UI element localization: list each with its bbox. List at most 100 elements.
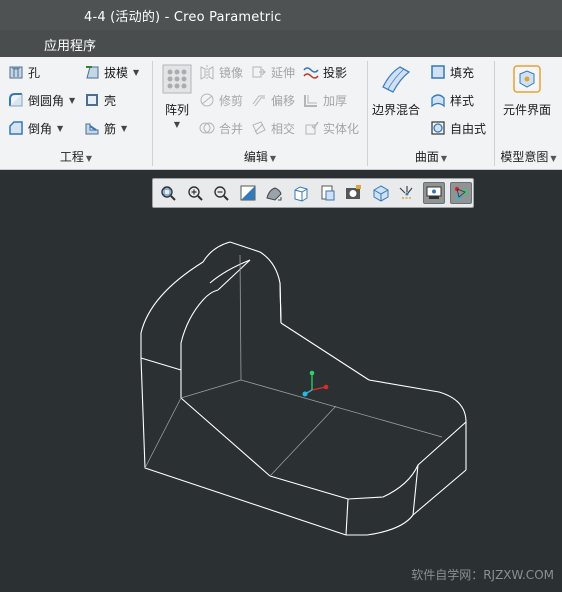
shell-label: 壳 <box>104 93 117 108</box>
round-button[interactable]: 倒圆角 ▼ <box>8 90 75 110</box>
editing-group: 阵列 ▼ 镜像 修剪 合并 延伸 偏移 相交 投影 加厚 实体化 编辑 ▼ <box>153 57 367 170</box>
rib-label: 筋 <box>104 121 117 136</box>
intersect-button[interactable]: 相交 <box>251 118 295 138</box>
thicken-button[interactable]: 加厚 <box>303 90 347 110</box>
fill-label: 填充 <box>450 65 475 80</box>
project-button[interactable]: 投影 <box>303 62 347 82</box>
merge-button[interactable]: 合并 <box>199 118 243 138</box>
model-intent-group-label[interactable]: 模型意图 ▼ <box>495 148 562 165</box>
merge-icon <box>199 120 215 136</box>
zoom-out-icon[interactable] <box>210 182 232 204</box>
trim-button[interactable]: 修剪 <box>199 90 243 110</box>
zoom-in-icon[interactable] <box>184 182 206 204</box>
freestyle-button[interactable]: 自由式 <box>430 118 486 138</box>
solidify-icon <box>303 120 319 136</box>
offset-button[interactable]: 偏移 <box>251 90 295 110</box>
fill-icon <box>430 64 446 80</box>
surfaces-group: 边界混合 填充 样式 自由式 曲面 ▼ <box>368 57 494 170</box>
fill-button[interactable]: 填充 <box>430 62 474 82</box>
view-manager-icon[interactable] <box>317 182 339 204</box>
round-icon <box>8 92 24 108</box>
model-intent-group: 元件界面 模型意图 ▼ <box>495 57 562 170</box>
hole-button[interactable]: 孔 <box>8 62 40 82</box>
intersect-icon <box>251 120 267 136</box>
view-toolbar <box>152 178 474 208</box>
hidden-edges <box>144 254 443 477</box>
boundary-blend-icon <box>380 63 412 95</box>
display-style-icon[interactable] <box>263 182 285 204</box>
chamfer-label: 倒角 <box>28 121 53 136</box>
solidify-label: 实体化 <box>323 121 360 136</box>
engineering-label-text: 工程 <box>59 150 84 164</box>
model-edges <box>140 241 467 536</box>
component-interface-icon <box>511 63 543 95</box>
round-label: 倒圆角 <box>28 93 65 108</box>
mirror-label: 镜像 <box>219 65 244 80</box>
pattern-button[interactable]: 阵列 ▼ <box>161 63 193 129</box>
graphics-viewport[interactable]: 软件自学网：RJZXW.COM <box>0 170 562 592</box>
model-intent-label-text: 模型意图 <box>500 150 549 164</box>
applications-menu[interactable]: 应用程序 <box>44 35 96 54</box>
component-interface-label: 元件界面 <box>503 103 552 117</box>
project-label: 投影 <box>323 65 348 80</box>
project-icon <box>303 64 319 80</box>
ribbon: 孔 倒圆角 ▼ 倒角 ▼ 拔模 ▼ 壳 筋 ▼ 工程 ▼ 阵列 ▼ 镜像 修剪 … <box>0 57 562 170</box>
draft-button[interactable]: 拔模 ▼ <box>84 62 139 82</box>
offset-icon <box>251 92 267 108</box>
hole-icon <box>8 64 24 80</box>
engineering-group: 孔 倒圆角 ▼ 倒角 ▼ 拔模 ▼ 壳 筋 ▼ 工程 ▼ <box>0 57 152 170</box>
style-button[interactable]: 样式 <box>430 90 474 110</box>
annotation-display-icon[interactable] <box>422 182 445 204</box>
watermark: 软件自学网：RJZXW.COM <box>411 568 554 582</box>
pattern-dropdown-icon[interactable]: ▼ <box>174 120 180 129</box>
draft-label: 拔模 <box>104 65 129 80</box>
mirror-button[interactable]: 镜像 <box>199 62 243 82</box>
rib-button[interactable]: 筋 ▼ <box>84 118 127 138</box>
datum-display-icon[interactable] <box>396 182 418 204</box>
boundary-blend-button[interactable]: 边界混合 <box>372 63 420 118</box>
spin-center-icon[interactable] <box>370 182 392 204</box>
round-dropdown-icon[interactable]: ▼ <box>69 96 75 105</box>
saved-orientations-icon[interactable] <box>290 182 312 204</box>
hole-label: 孔 <box>28 65 41 80</box>
draft-dropdown-icon[interactable]: ▼ <box>133 68 139 77</box>
style-icon <box>430 92 446 108</box>
perspective-view-icon[interactable] <box>343 182 365 204</box>
refit-icon[interactable] <box>157 182 179 204</box>
extend-button[interactable]: 延伸 <box>251 62 295 82</box>
chamfer-dropdown-icon[interactable]: ▼ <box>57 124 63 133</box>
pattern-label: 阵列 <box>164 103 189 117</box>
chamfer-button[interactable]: 倒角 ▼ <box>8 118 63 138</box>
solidify-button[interactable]: 实体化 <box>303 118 359 138</box>
freestyle-label: 自由式 <box>450 121 487 136</box>
rib-icon <box>84 120 100 136</box>
model-wireframe <box>140 241 467 536</box>
intersect-label: 相交 <box>271 121 296 136</box>
trim-label: 修剪 <box>219 93 244 108</box>
editing-group-label[interactable]: 编辑 ▼ <box>153 148 367 165</box>
thicken-label: 加厚 <box>323 93 348 108</box>
surfaces-group-label[interactable]: 曲面 ▼ <box>368 148 494 165</box>
rib-dropdown-icon[interactable]: ▼ <box>121 124 127 133</box>
menu-bar: 应用程序 <box>0 30 562 57</box>
spin-center-toggle-icon[interactable] <box>449 182 472 204</box>
coordinate-system-icon <box>302 370 329 397</box>
chamfer-icon <box>8 120 24 136</box>
repaint-icon[interactable] <box>237 182 259 204</box>
offset-label: 偏移 <box>271 93 296 108</box>
pattern-icon <box>161 63 193 95</box>
window-title: 4-4 (活动的) - Creo Parametric <box>84 10 282 25</box>
style-label: 样式 <box>450 93 475 108</box>
engineering-group-label[interactable]: 工程 ▼ <box>0 148 152 165</box>
editing-label-text: 编辑 <box>243 150 268 164</box>
component-interface-button[interactable]: 元件界面 <box>503 63 551 118</box>
boundary-blend-label: 边界混合 <box>372 103 421 117</box>
freestyle-icon <box>430 120 446 136</box>
shell-button[interactable]: 壳 <box>84 90 116 110</box>
merge-label: 合并 <box>219 121 244 136</box>
title-bar: 4-4 (活动的) - Creo Parametric <box>0 0 562 30</box>
shell-icon <box>84 92 100 108</box>
extend-label: 延伸 <box>271 65 296 80</box>
draft-icon <box>84 64 100 80</box>
surfaces-label-text: 曲面 <box>414 150 439 164</box>
